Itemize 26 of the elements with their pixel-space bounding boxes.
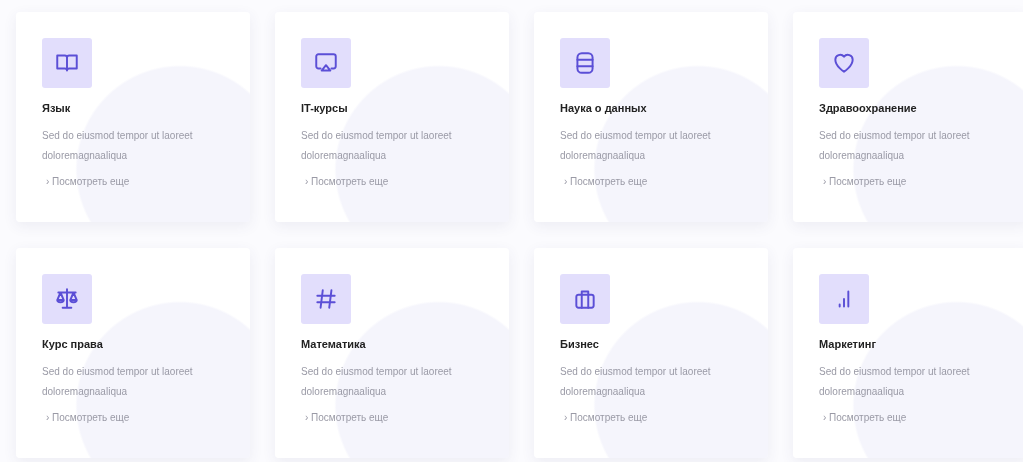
view-more-link[interactable]: › Посмотреть еще [305, 412, 389, 423]
card-title: Маркетинг [819, 338, 876, 350]
card-title: Наука о данных [560, 102, 647, 114]
card-title: Язык [42, 102, 71, 114]
card-description: Sed do eiusmod tempor ut laoreet doloremagnaaliqua [42, 129, 194, 163]
view-more-link[interactable]: › Посмотреть еще [46, 176, 130, 187]
view-more-link[interactable]: › Посмотреть еще [823, 176, 907, 187]
card-title: Математика [301, 338, 366, 350]
hash-icon [313, 286, 339, 312]
card-description: Sed do eiusmod tempor ut laoreet doloremagnaaliqua [301, 365, 453, 399]
card-description: Sed do eiusmod tempor ut laoreet doloremagnaaliqua [560, 365, 712, 399]
card-description: Sed do eiusmod tempor ut laoreet doloremagnaaliqua [560, 129, 712, 163]
card-description: Sed do eiusmod tempor ut laoreet doloremagnaaliqua [42, 365, 194, 399]
card-description: Sed do eiusmod tempor ut laoreet doloremagnaaliqua [301, 129, 453, 163]
card-title: Курс права [42, 338, 103, 350]
view-more-link[interactable]: › Посмотреть еще [564, 176, 648, 187]
card-title: Здравоохранение [819, 102, 917, 114]
view-more-link[interactable]: › Посмотреть еще [564, 412, 648, 423]
card-description: Sed do eiusmod tempor ut laoreet doloremagnaaliqua [819, 129, 971, 163]
view-more-link[interactable]: › Посмотреть еще [46, 412, 130, 423]
view-more-link[interactable]: › Посмотреть еще [305, 176, 389, 187]
scales-icon [54, 286, 80, 312]
card-title: Бизнес [560, 338, 599, 350]
view-more-link[interactable]: › Посмотреть еще [823, 412, 907, 423]
card-description: Sed do eiusmod tempor ut laoreet doloremagnaaliqua [819, 365, 971, 399]
card-title: IT-курсы [301, 102, 348, 114]
